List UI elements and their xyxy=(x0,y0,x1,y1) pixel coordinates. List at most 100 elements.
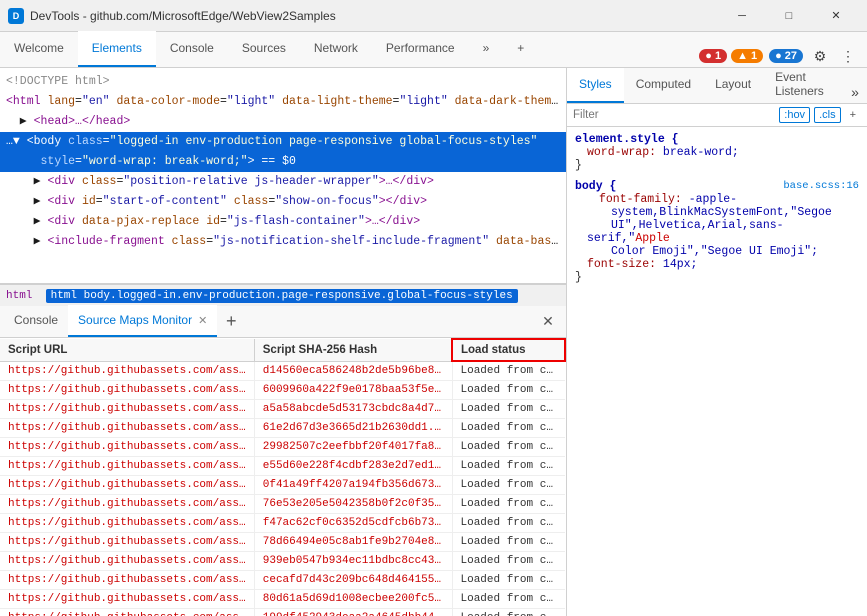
close-bottom-panel-button[interactable]: ✕ xyxy=(534,307,562,335)
cell-hash: 76e53e205e5042358b0f2c0f357... xyxy=(254,495,452,514)
table-row[interactable]: https://github.githubassets.com/assets/8… xyxy=(0,552,565,571)
table-row[interactable]: https://github.githubassets.com/assets/1… xyxy=(0,571,565,590)
tab-computed[interactable]: Computed xyxy=(624,68,703,103)
body-style-close: } xyxy=(575,271,859,284)
info-badge[interactable]: ● 27 xyxy=(769,49,803,63)
cell-url: https://github.githubassets.com/assets/5… xyxy=(0,495,254,514)
tab-welcome[interactable]: Welcome xyxy=(0,31,78,67)
title-bar: D DevTools - github.com/MicrosoftEdge/We… xyxy=(0,0,867,32)
table-row[interactable]: https://github.githubassets.com/assets/r… xyxy=(0,361,565,381)
tab-console[interactable]: Console xyxy=(156,31,228,67)
tab-source-maps-monitor[interactable]: Source Maps Monitor ✕ xyxy=(68,305,217,337)
settings-icon[interactable]: ⚙ xyxy=(809,45,831,67)
cell-url: https://github.githubassets.com/assets/5… xyxy=(0,400,254,419)
hov-filter-button[interactable]: :hov xyxy=(779,107,810,123)
dom-line-div2[interactable]: ▶ <div id="start-of-content" class="show… xyxy=(0,192,566,212)
table-row[interactable]: https://github.githubassets.com/assets/5… xyxy=(0,400,565,419)
close-source-maps-tab[interactable]: ✕ xyxy=(198,314,207,327)
dom-line-div1[interactable]: ▶ <div class="position-relative js-heade… xyxy=(0,172,566,192)
dom-line-div3[interactable]: ▶ <div data-pjax-replace id="js-flash-co… xyxy=(0,212,566,232)
body-style-selector: body { base.scss:16 xyxy=(575,180,859,193)
dom-line-include[interactable]: ▶ <include-fragment class="js-notificati… xyxy=(0,232,566,252)
cell-status: Loaded from cache xyxy=(452,361,565,381)
table-row[interactable]: https://github.githubassets.com/assets/5… xyxy=(0,495,565,514)
table-row[interactable]: https://github.githubassets.com/assets/3… xyxy=(0,590,565,609)
window-title: DevTools - github.com/MicrosoftEdge/WebV… xyxy=(30,9,719,23)
minimize-button[interactable]: ─ xyxy=(719,0,765,32)
cell-hash: e55d60e228f4cdbf283e2d7ed1... xyxy=(254,457,452,476)
breadcrumb-body[interactable]: html body.logged-in.env-production.page-… xyxy=(46,289,518,303)
breadcrumb-html[interactable]: html xyxy=(6,290,32,302)
cell-hash: 29982507c2eefbbf20f4017fa84... xyxy=(254,438,452,457)
table-row[interactable]: https://github.githubassets.com/assets/e… xyxy=(0,381,565,400)
cell-status: Loaded from cache xyxy=(452,609,565,616)
add-panel-button[interactable]: + xyxy=(503,31,538,67)
tab-event-listeners[interactable]: Event Listeners xyxy=(763,68,847,103)
close-button[interactable]: ✕ xyxy=(813,0,859,32)
breadcrumb: html html body.logged-in.env-production.… xyxy=(0,284,566,306)
error-count: 1 xyxy=(715,50,721,62)
console-tabs-bar: Console Source Maps Monitor ✕ + ✕ xyxy=(0,306,566,338)
dom-inspector[interactable]: <!DOCTYPE html> <html lang="en" data-col… xyxy=(0,68,566,284)
element-style-block: element.style { word-wrap: break-word; } xyxy=(575,133,859,172)
tab-styles[interactable]: Styles xyxy=(567,68,624,103)
cell-status: Loaded from cache xyxy=(452,381,565,400)
devtools-icon: D xyxy=(8,8,24,24)
more-tabs-button[interactable]: » xyxy=(469,31,504,67)
table-row[interactable]: https://github.githubassets.com/assets/5… xyxy=(0,514,565,533)
cell-hash: a5a58abcde5d53173cbdc8a4d7... xyxy=(254,400,452,419)
table-row[interactable]: https://github.githubassets.com/assets/g… xyxy=(0,438,565,457)
cell-url: https://github.githubassets.com/assets/e… xyxy=(0,476,254,495)
dom-line-html[interactable]: <html lang="en" data-color-mode="light" … xyxy=(0,92,566,112)
add-console-tab-button[interactable]: + xyxy=(217,305,245,337)
table-row[interactable]: https://github.githubassets.com/assets/3… xyxy=(0,457,565,476)
styles-more-button[interactable]: » xyxy=(847,81,863,103)
tab-network[interactable]: Network xyxy=(300,31,372,67)
source-maps-table[interactable]: Script URL Script SHA-256 Hash Load stat… xyxy=(0,338,566,616)
cell-status: Loaded from cache xyxy=(452,495,565,514)
main-content: <!DOCTYPE html> <html lang="en" data-col… xyxy=(0,68,867,616)
tab-console-bottom[interactable]: Console xyxy=(4,305,68,337)
tab-sources[interactable]: Sources xyxy=(228,31,300,67)
cell-status: Loaded from cache xyxy=(452,400,565,419)
dom-line-head[interactable]: ▶ <head>…</head> xyxy=(0,112,566,132)
tab-performance[interactable]: Performance xyxy=(372,31,469,67)
cell-hash: 6009960a422f9e0178baa53f5e... xyxy=(254,381,452,400)
table-row[interactable]: https://github.githubassets.com/assets/3… xyxy=(0,609,565,616)
body-style-block: body { base.scss:16 font-family: -apple-… xyxy=(575,180,859,284)
dom-line-body[interactable]: …▼ <body class="logged-in env-production… xyxy=(0,132,566,152)
maximize-button[interactable]: □ xyxy=(766,0,812,32)
tab-elements[interactable]: Elements xyxy=(78,31,156,67)
styles-filter-bar: :hov .cls + xyxy=(567,104,867,127)
tab-layout[interactable]: Layout xyxy=(703,68,763,103)
devtools-icon-letter: D xyxy=(13,11,20,21)
col-header-hash: Script SHA-256 Hash xyxy=(254,339,452,361)
table-body: https://github.githubassets.com/assets/r… xyxy=(0,361,565,616)
error-dot: ● xyxy=(705,50,712,62)
cell-hash: f47ac62cf0c6352d5cdfcb6b7324... xyxy=(254,514,452,533)
info-dot: ● xyxy=(775,50,782,62)
warning-badge[interactable]: ▲ 1 xyxy=(731,49,763,63)
add-style-button[interactable]: + xyxy=(845,107,861,123)
table-row[interactable]: https://github.githubassets.com/assets/9… xyxy=(0,533,565,552)
cell-hash: 199df452943deaa2a4645dbb44... xyxy=(254,609,452,616)
cls-filter-button[interactable]: .cls xyxy=(814,107,841,123)
cell-url: https://github.githubassets.com/assets/5… xyxy=(0,514,254,533)
warning-count: 1 xyxy=(751,50,757,62)
table-row[interactable]: https://github.githubassets.com/assets/e… xyxy=(0,476,565,495)
cell-status: Loaded from cache xyxy=(452,419,565,438)
body-style-source[interactable]: base.scss:16 xyxy=(783,180,859,192)
styles-tabs-bar: Styles Computed Layout Event Listeners » xyxy=(567,68,867,104)
dom-line-body-style[interactable]: style="word-wrap: break-word;"> == $0 xyxy=(0,152,566,172)
table-row[interactable]: https://github.githubassets.com/assets/2… xyxy=(0,419,565,438)
cell-status: Loaded from cache xyxy=(452,514,565,533)
cell-hash: cecafd7d43c209bc648d464155... xyxy=(254,571,452,590)
table-header-row: Script URL Script SHA-256 Hash Load stat… xyxy=(0,339,565,361)
styles-filter-input[interactable] xyxy=(573,109,775,121)
more-options-icon[interactable]: ⋮ xyxy=(837,45,859,67)
body-font-family-prop: font-family: -apple- system,BlinkMacSyst… xyxy=(587,193,859,258)
panel-close-area: ✕ xyxy=(534,305,562,337)
element-style-close: } xyxy=(575,159,859,172)
cell-hash: 61e2d67d3e3665d21b2630dd1... xyxy=(254,419,452,438)
error-badge[interactable]: ● 1 xyxy=(699,49,727,63)
